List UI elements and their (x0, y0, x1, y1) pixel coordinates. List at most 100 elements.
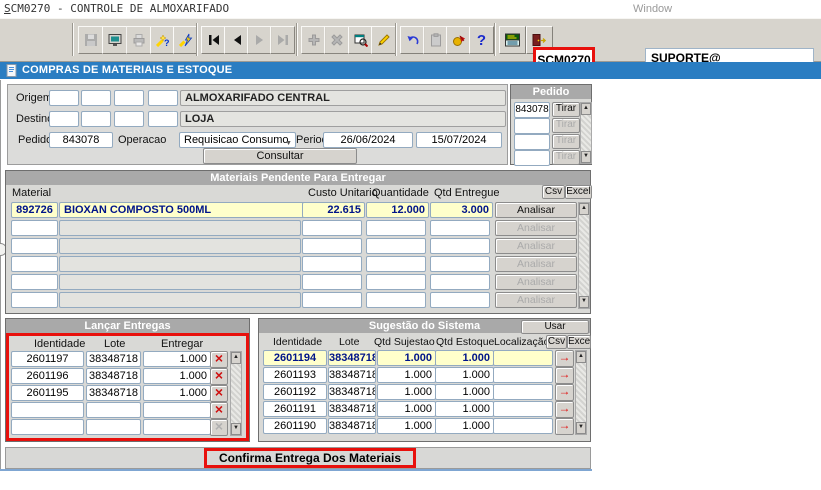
pedido-row-input[interactable] (514, 134, 550, 150)
csv-button[interactable]: Csv (542, 185, 565, 199)
scroll-up-icon[interactable]: ▲ (579, 203, 589, 215)
remove-row-button[interactable]: × (210, 385, 228, 402)
help-button[interactable]: ? (469, 26, 494, 54)
cell-qtd-estoque[interactable]: 1.000 (435, 384, 494, 400)
origem-code-input-3[interactable] (114, 90, 144, 106)
scroll-up-icon[interactable]: ▲ (231, 352, 241, 364)
cell-localizacao[interactable] (493, 350, 553, 366)
cell-descricao[interactable]: BIOXAN COMPOSTO 500ML (59, 202, 305, 218)
cell-qtd-sujestao[interactable]: 1.000 (377, 350, 436, 366)
origem-code-input-4[interactable] (148, 90, 178, 106)
destino-code-input-2[interactable] (81, 111, 111, 127)
use-row-button[interactable]: → (555, 384, 574, 401)
cell-identidade[interactable] (11, 419, 84, 435)
cell-qtd-sujestao[interactable]: 1.000 (377, 418, 436, 434)
cell-custo[interactable] (302, 238, 362, 254)
cell-entregue[interactable] (430, 238, 490, 254)
nav-first-button[interactable] (201, 26, 226, 54)
cell-identidade[interactable]: 2601196 (11, 368, 84, 384)
cell-lote[interactable]: 38348718 (86, 351, 141, 367)
menu-button[interactable] (499, 26, 526, 54)
screen-button[interactable] (102, 26, 127, 54)
origem-code-input-2[interactable] (81, 90, 111, 106)
nav-prev-button[interactable] (224, 26, 249, 54)
scroll-down-icon[interactable]: ▼ (579, 296, 589, 308)
pedido-input[interactable]: 843078 (49, 132, 113, 148)
consultar-button[interactable]: Consultar (203, 148, 357, 164)
cell-lote[interactable]: 38348718 (328, 401, 376, 417)
cell-entregue[interactable] (430, 256, 490, 272)
remove-row-button[interactable]: × (210, 368, 228, 385)
cell-lote[interactable]: 38348718 (328, 384, 376, 400)
cell-identidade[interactable]: 2601195 (11, 385, 84, 401)
cell-custo[interactable] (302, 256, 362, 272)
excel-button[interactable]: Excel (565, 185, 592, 199)
scroll-up-icon[interactable]: ▲ (581, 103, 591, 115)
cell-identidade[interactable]: 2601191 (263, 401, 327, 417)
pedido-scrollbar[interactable]: ▲ ▼ (580, 102, 592, 164)
cell-entregar[interactable]: 1.000 (143, 368, 211, 384)
cell-custo[interactable]: 22.615 (302, 202, 365, 218)
confirma-entrega-button[interactable]: Confirma Entrega Dos Materiais (204, 448, 416, 468)
tirar-button[interactable]: Tirar (552, 102, 580, 117)
operacao-select[interactable]: Requisicao Consumo ▼ (179, 132, 296, 148)
window-menu[interactable]: Window (633, 3, 672, 15)
cell-custo[interactable] (302, 274, 362, 290)
cell-entregue[interactable] (430, 220, 490, 236)
use-row-button[interactable]: → (555, 401, 574, 418)
cell-qtd-estoque[interactable]: 1.000 (435, 401, 494, 417)
cell-qtd-estoque[interactable]: 1.000 (435, 418, 494, 434)
remove-row-button[interactable]: × (210, 402, 228, 419)
destino-code-input-4[interactable] (148, 111, 178, 127)
cell-lote[interactable]: 38348718 (328, 367, 376, 383)
permissions-button[interactable] (446, 26, 471, 54)
cell-entregar[interactable] (143, 419, 211, 435)
cell-identidade[interactable]: 2601194 (263, 350, 327, 366)
excel-button[interactable]: Excel (567, 335, 591, 349)
wizard-help-button[interactable]: ? (150, 26, 175, 54)
cell-material[interactable] (11, 274, 58, 290)
search-form-button[interactable] (348, 26, 373, 54)
cell-identidade[interactable] (11, 402, 84, 418)
cell-material[interactable] (11, 256, 58, 272)
origem-code-input-1[interactable] (49, 90, 79, 106)
cell-identidade[interactable]: 2601192 (263, 384, 327, 400)
cell-entregue[interactable]: 3.000 (430, 202, 493, 218)
usar-sugestao-button[interactable]: Usar Sugestao (521, 320, 589, 334)
cell-quantidade[interactable] (366, 274, 426, 290)
pendentes-scrollbar[interactable]: ▲ ▼ (578, 202, 590, 309)
destino-code-input-1[interactable] (49, 111, 79, 127)
use-row-button[interactable]: → (555, 367, 574, 384)
cell-entregue[interactable] (430, 292, 490, 308)
cell-custo[interactable] (302, 292, 362, 308)
cell-entregar[interactable]: 1.000 (143, 351, 211, 367)
pedido-row-input[interactable] (514, 150, 550, 166)
csv-button[interactable]: Csv (546, 335, 567, 349)
cell-lote[interactable]: 38348718 (328, 418, 376, 434)
cell-quantidade[interactable] (366, 238, 426, 254)
pedido-row-input[interactable] (514, 118, 550, 134)
edit-button[interactable] (371, 26, 396, 54)
remove-row-button[interactable]: × (210, 351, 228, 368)
cell-qtd-estoque[interactable]: 1.000 (435, 350, 494, 366)
use-row-button[interactable]: → (555, 350, 574, 367)
periodo-from-input[interactable]: 26/06/2024 (323, 132, 413, 148)
cell-material[interactable] (11, 292, 58, 308)
cell-quantidade[interactable] (366, 220, 426, 236)
cell-material[interactable]: 892726 (11, 202, 58, 218)
cell-localizacao[interactable] (493, 401, 553, 417)
scroll-down-icon[interactable]: ▼ (576, 422, 586, 434)
cell-localizacao[interactable] (493, 384, 553, 400)
cell-material[interactable] (11, 220, 58, 236)
cell-qtd-estoque[interactable]: 1.000 (435, 367, 494, 383)
cell-qtd-sujestao[interactable]: 1.000 (377, 384, 436, 400)
cell-lote[interactable]: 38348718 (86, 385, 141, 401)
cell-lote[interactable] (86, 402, 141, 418)
destino-code-input-3[interactable] (114, 111, 144, 127)
use-row-button[interactable]: → (555, 418, 574, 435)
cell-custo[interactable] (302, 220, 362, 236)
cell-localizacao[interactable] (493, 418, 553, 434)
cell-material[interactable] (11, 238, 58, 254)
cell-localizacao[interactable] (493, 367, 553, 383)
periodo-to-input[interactable]: 15/07/2024 (416, 132, 502, 148)
